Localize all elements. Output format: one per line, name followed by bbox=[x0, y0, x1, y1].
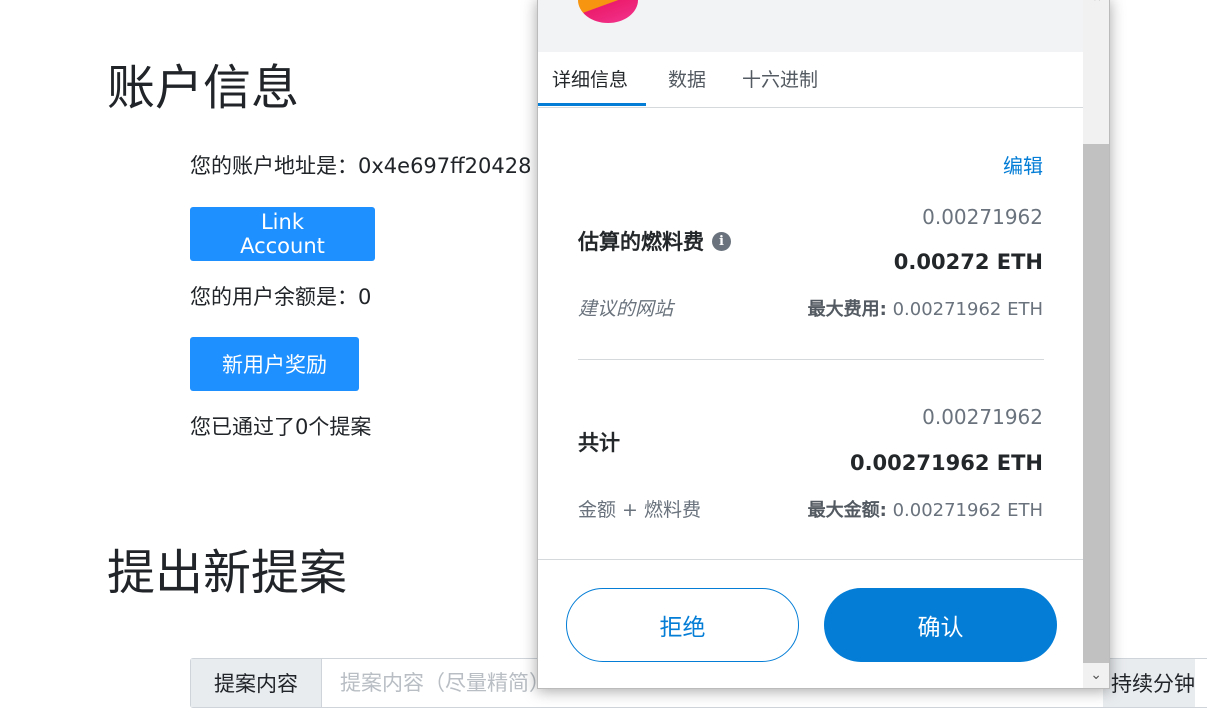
link-account-button[interactable]: Link Account bbox=[190, 207, 375, 261]
max-fee-label: 最大费用: bbox=[807, 299, 887, 320]
total-max-amount: 最大金额: 0.00271962 ETH bbox=[808, 496, 1043, 522]
account-info-heading: 账户信息 bbox=[107, 60, 300, 116]
popup-footer: 拒绝 确认 bbox=[538, 559, 1084, 688]
tab-hex[interactable]: 十六进制 bbox=[742, 65, 818, 92]
new-proposal-heading: 提出新提案 bbox=[107, 545, 348, 601]
total-secondary-value: 0.00271962 bbox=[922, 405, 1043, 429]
account-address-text: 您的账户地址是：0x4e697ff20428 bbox=[190, 154, 532, 178]
popup-scrollbar[interactable]: ⌃ ⌄ bbox=[1083, 0, 1109, 688]
info-icon[interactable]: i bbox=[712, 231, 731, 251]
active-tab-indicator bbox=[538, 103, 646, 106]
new-user-bonus-button[interactable]: 新用户奖励 bbox=[190, 337, 359, 391]
popup-header bbox=[538, 0, 1084, 52]
reject-button[interactable]: 拒绝 bbox=[566, 588, 799, 662]
tab-details[interactable]: 详细信息 bbox=[552, 65, 628, 92]
scroll-up-icon[interactable]: ⌃ bbox=[1091, 0, 1103, 11]
estimated-gas-label-text: 估算的燃料费 bbox=[578, 230, 704, 254]
user-balance-text: 您的用户余额是：0 bbox=[190, 285, 372, 309]
gas-primary-value: 0.00272 ETH bbox=[893, 250, 1043, 274]
confirm-button[interactable]: 确认 bbox=[824, 588, 1057, 662]
popup-tabs: 详细信息 数据 十六进制 bbox=[538, 52, 1084, 108]
estimated-gas-label: 估算的燃料费 i bbox=[578, 226, 731, 256]
tab-data[interactable]: 数据 bbox=[668, 65, 706, 92]
edit-gas-link[interactable]: 编辑 bbox=[1003, 150, 1043, 179]
gas-max-fee: 最大费用: 0.00271962 ETH bbox=[808, 295, 1043, 321]
passed-proposals-text: 您已通过了0个提案 bbox=[190, 415, 372, 439]
max-fee-value: 0.00271962 ETH bbox=[892, 299, 1043, 320]
account-avatar-icon bbox=[578, 0, 638, 23]
scrollbar-thumb[interactable] bbox=[1083, 144, 1109, 663]
gas-secondary-value: 0.00271962 bbox=[922, 205, 1043, 229]
total-label: 共计 bbox=[578, 431, 620, 455]
duration-minutes-label: 持续分钟 bbox=[1103, 659, 1195, 707]
gas-site-suggested-label: 建议的网站 bbox=[578, 298, 674, 320]
scroll-down-icon[interactable]: ⌄ bbox=[1090, 667, 1102, 683]
amount-plus-gas-label: 金额 + 燃料费 bbox=[578, 499, 701, 521]
proposal-content-label: 提案内容 bbox=[191, 659, 322, 707]
metamask-confirm-popup: 详细信息 数据 十六进制 编辑 估算的燃料费 i 0.00271962 0.00… bbox=[537, 0, 1110, 689]
max-amount-value: 0.00271962 ETH bbox=[892, 500, 1043, 521]
total-primary-value: 0.00271962 ETH bbox=[849, 451, 1043, 475]
max-amount-label: 最大金额: bbox=[807, 500, 887, 521]
section-divider bbox=[578, 359, 1044, 360]
